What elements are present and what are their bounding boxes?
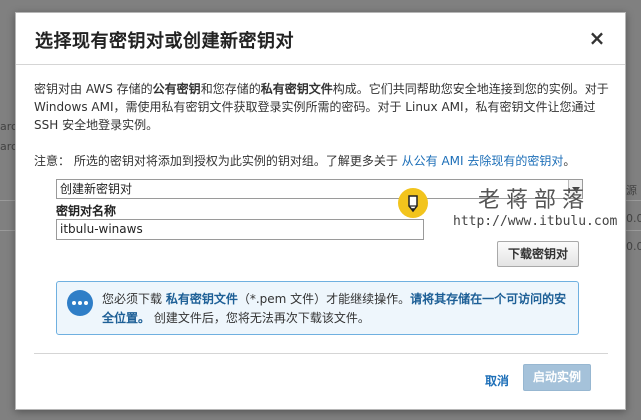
download-keypair-button[interactable]: 下载密钥对: [497, 241, 579, 267]
bg-cell: 0.0: [626, 212, 641, 225]
private-key-term: 私有密钥文件: [260, 82, 333, 96]
note-text: 注意： 所选的密钥对将添加到授权为此实例的钥对组。了解更多关于 从公有 AMI …: [34, 153, 620, 169]
info-text-part: 您必须下载: [102, 292, 166, 306]
public-key-term: 公有密钥: [152, 82, 201, 96]
remove-keypair-link[interactable]: 从公有 AMI 去除现有的密钥对: [402, 154, 564, 168]
bg-cell: 0.0: [626, 240, 641, 253]
dialog-title: 选择现有密钥对或创建新密钥对: [35, 31, 294, 52]
info-chat-icon: [67, 290, 93, 316]
note-prefix: 注意： 所选的密钥对将添加到授权为此实例的钥对组。了解更多关于: [34, 154, 402, 168]
description-text: 密钥对由 AWS 存储的: [34, 82, 153, 96]
note-suffix: 。: [563, 154, 576, 168]
dialog-description: 密钥对由 AWS 存储的公有密钥和您存储的私有密钥文件构成。它们共同帮助您安全地…: [34, 80, 620, 134]
close-button[interactable]: ×: [584, 25, 610, 51]
keypair-name-label: 密钥对名称: [56, 204, 117, 218]
cancel-button[interactable]: 取消: [485, 372, 509, 389]
watermark-url: http://www.itbulu.com: [453, 214, 618, 229]
private-key-file-term: 私有密钥文件: [165, 292, 238, 306]
watermark-title: 老蒋部落: [478, 188, 591, 213]
select-value: 创建新密钥对: [60, 182, 133, 196]
info-alert: 您必须下载 私有密钥文件（*.pem 文件）才能继续操作。请将其存储在一个可访问…: [56, 281, 579, 335]
keypair-name-input[interactable]: itbulu-winaws: [56, 219, 424, 240]
launch-instance-button[interactable]: 启动实例: [523, 364, 591, 391]
footer-divider: [34, 353, 608, 354]
description-text: 和您存储的: [200, 82, 261, 96]
info-message: 您必须下载 私有密钥文件（*.pem 文件）才能继续操作。请将其存储在一个可访问…: [102, 290, 572, 328]
pencil-logo-icon: [398, 188, 428, 218]
dialog-header: 选择现有密钥对或创建新密钥对 ×: [16, 13, 625, 65]
info-text-part: （*.pem 文件）才能继续操作。: [237, 292, 411, 306]
site-watermark: 老蒋部落 http://www.itbulu.com: [398, 180, 628, 240]
info-text-part: 创建文件后，您将无法再次下载该文件。: [150, 311, 370, 325]
